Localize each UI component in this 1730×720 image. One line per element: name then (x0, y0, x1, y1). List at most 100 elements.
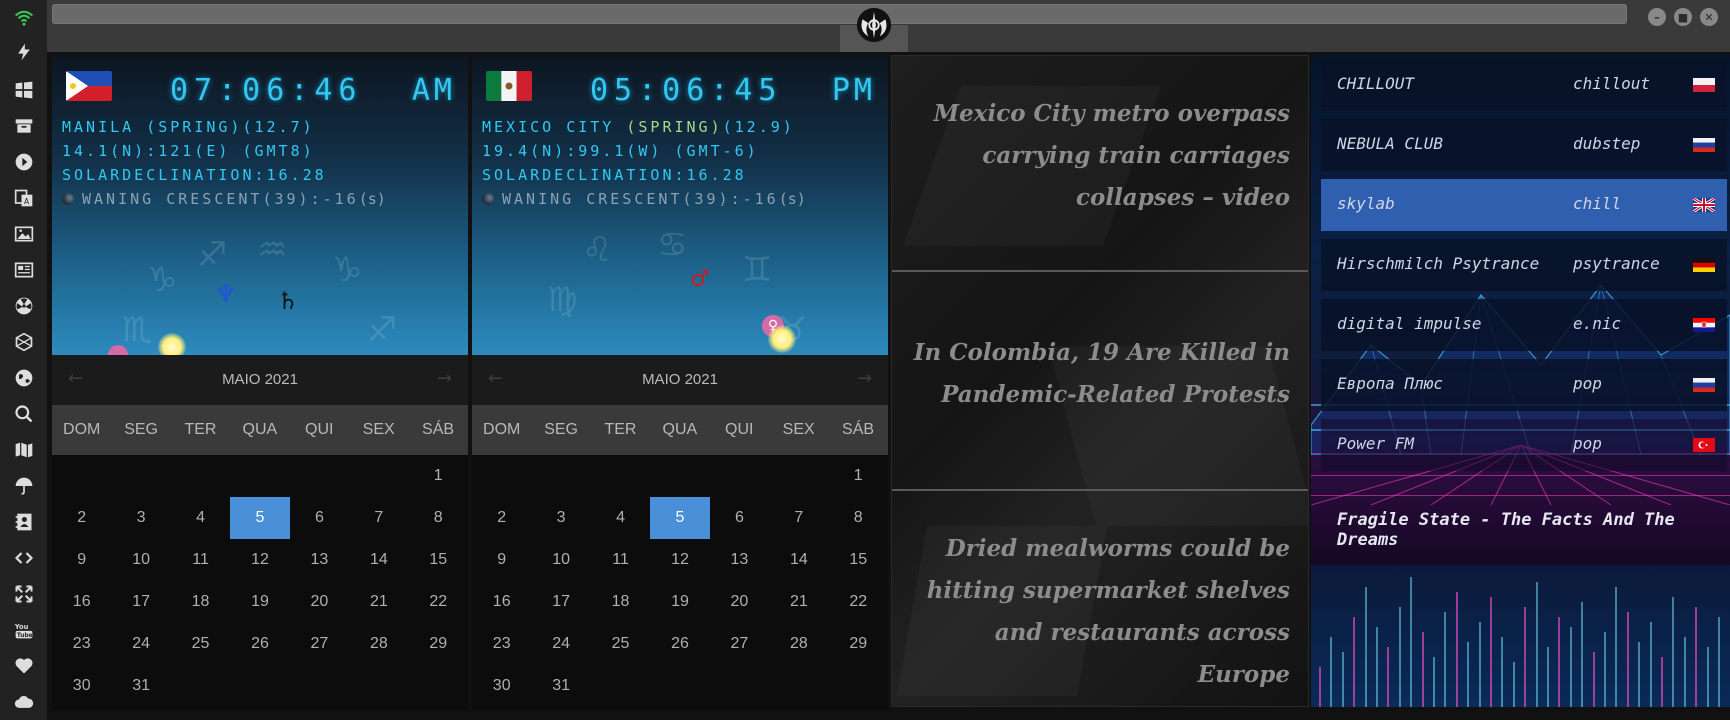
calendar-day[interactable]: 24 (531, 623, 590, 665)
calendar-day[interactable]: 25 (171, 623, 230, 665)
calendar-day[interactable]: 18 (591, 581, 650, 623)
calendar-day[interactable]: 9 (52, 539, 111, 581)
minimize-icon[interactable]: – (1648, 8, 1666, 26)
radio-station-row[interactable]: Европа Плюс pop (1321, 359, 1727, 411)
calendar-day[interactable]: 26 (230, 623, 289, 665)
calendar-day[interactable]: 17 (531, 581, 590, 623)
next-month-button[interactable]: → (857, 368, 872, 389)
calendar-day[interactable]: 17 (111, 581, 170, 623)
calendar-day[interactable]: 25 (591, 623, 650, 665)
calendar-day[interactable]: 19 (650, 581, 709, 623)
image-icon[interactable] (12, 222, 36, 246)
calendar-day[interactable]: 22 (409, 581, 468, 623)
calendar-day[interactable]: 6 (290, 497, 349, 539)
calendar-day[interactable]: 15 (829, 539, 888, 581)
calendar-day[interactable]: 19 (230, 581, 289, 623)
calendar-day[interactable]: 26 (650, 623, 709, 665)
code-icon[interactable] (12, 546, 36, 570)
calendar-day[interactable]: 7 (349, 497, 408, 539)
calendar-day[interactable]: 30 (52, 665, 111, 707)
calendar-day[interactable]: 28 (349, 623, 408, 665)
next-month-button[interactable]: → (437, 368, 452, 389)
radio-station-row[interactable]: NEBULA CLUB dubstep (1321, 119, 1727, 171)
calendar-day[interactable]: 6 (710, 497, 769, 539)
radio-station-row[interactable]: digital impulse e.nic (1321, 299, 1727, 351)
calendar-day[interactable]: 4 (591, 497, 650, 539)
calendar-day[interactable]: 27 (290, 623, 349, 665)
calendar-day[interactable]: 12 (650, 539, 709, 581)
news-headline[interactable]: Dried mealworms could be hitting superma… (910, 528, 1290, 696)
calendar-day[interactable]: 29 (829, 623, 888, 665)
calendar-day[interactable]: 14 (769, 539, 828, 581)
news-icon[interactable] (12, 258, 36, 282)
radiation-icon[interactable] (12, 294, 36, 318)
calendar-day[interactable]: 1 (829, 455, 888, 497)
calendar-day[interactable]: 31 (111, 665, 170, 707)
calendar-day[interactable]: 30 (472, 665, 531, 707)
bolt-icon[interactable] (12, 40, 36, 64)
rebel-emblem-tab[interactable] (840, 0, 908, 52)
calendar-day[interactable]: 20 (710, 581, 769, 623)
expand-icon[interactable] (12, 582, 36, 606)
calendar-day[interactable]: 23 (472, 623, 531, 665)
news-headline[interactable]: Mexico City metro overpass carrying trai… (910, 93, 1290, 219)
solar-declination: SOLARDECLINATION:16.28 (482, 166, 747, 184)
map-icon[interactable] (12, 438, 36, 462)
calendar-day[interactable]: 13 (710, 539, 769, 581)
calendar-day[interactable]: 1 (409, 455, 468, 497)
calendar-day[interactable]: 11 (591, 539, 650, 581)
calendar-day[interactable]: 31 (531, 665, 590, 707)
calendar-day[interactable]: 14 (349, 539, 408, 581)
contacts-icon[interactable] (12, 510, 36, 534)
calendar-day[interactable]: 7 (769, 497, 828, 539)
calendar-day[interactable]: 20 (290, 581, 349, 623)
calendar-day[interactable]: 8 (409, 497, 468, 539)
calendar-day[interactable]: 16 (472, 581, 531, 623)
calendar-day[interactable]: 3 (111, 497, 170, 539)
translate-icon[interactable]: A (12, 186, 36, 210)
cloud-icon[interactable] (12, 690, 36, 714)
calendar-day[interactable]: 4 (171, 497, 230, 539)
calendar-day[interactable]: 18 (171, 581, 230, 623)
calendar-day[interactable]: 21 (349, 581, 408, 623)
calendar-day[interactable]: 9 (472, 539, 531, 581)
calendar-day[interactable]: 3 (531, 497, 590, 539)
calendar-day[interactable]: 28 (769, 623, 828, 665)
calendar-day[interactable]: 11 (171, 539, 230, 581)
calendar-day[interactable]: 12 (230, 539, 289, 581)
calendar-day[interactable]: 23 (52, 623, 111, 665)
calendar-day[interactable]: 21 (769, 581, 828, 623)
calendar-day[interactable]: 10 (531, 539, 590, 581)
visualizer-bar (1319, 667, 1321, 707)
hexagon-icon[interactable] (12, 330, 36, 354)
calendar-day[interactable]: 24 (111, 623, 170, 665)
umbrella-icon[interactable] (12, 474, 36, 498)
close-icon[interactable]: ✕ (1700, 8, 1718, 26)
radio-station-row[interactable]: Hirschmilch Psytrance psytrance (1321, 239, 1727, 291)
calendar-day[interactable]: 13 (290, 539, 349, 581)
maximize-icon[interactable]: ■ (1674, 8, 1692, 26)
calendar-day[interactable]: 15 (409, 539, 468, 581)
youtube-icon[interactable]: You Tube (12, 618, 36, 642)
calendar-day[interactable]: 22 (829, 581, 888, 623)
calendar-day[interactable]: 16 (52, 581, 111, 623)
play-icon[interactable] (12, 150, 36, 174)
calendar-day-today[interactable]: 5 (650, 497, 710, 539)
radio-station-row[interactable]: skylab chill (1321, 179, 1727, 231)
windows-icon[interactable] (12, 78, 36, 102)
radio-station-row[interactable]: Power FM pop (1321, 419, 1727, 471)
news-headline[interactable]: In Colombia, 19 Are Killed in Pandemic-R… (910, 332, 1290, 416)
calendar-day[interactable]: 10 (111, 539, 170, 581)
calendar-day[interactable]: 29 (409, 623, 468, 665)
calendar-day-today[interactable]: 5 (230, 497, 290, 539)
globe-icon[interactable] (12, 366, 36, 390)
calendar-day[interactable]: 2 (52, 497, 111, 539)
archive-icon[interactable] (12, 114, 36, 138)
search-icon[interactable] (12, 402, 36, 426)
calendar-day[interactable]: 2 (472, 497, 531, 539)
heart-icon[interactable] (12, 654, 36, 678)
wifi-icon[interactable] (12, 6, 36, 30)
calendar-day[interactable]: 8 (829, 497, 888, 539)
radio-station-row[interactable]: CHILLOUT chillout (1321, 59, 1727, 111)
calendar-day[interactable]: 27 (710, 623, 769, 665)
